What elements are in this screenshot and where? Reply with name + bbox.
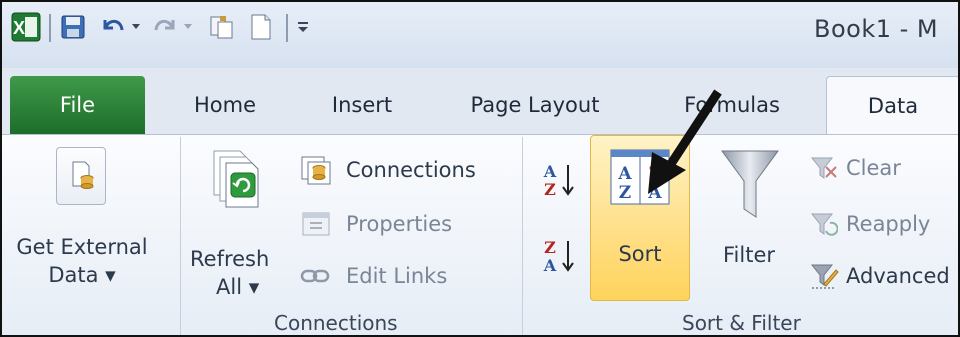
sort-filter-group-label: Sort & Filter <box>682 311 801 335</box>
properties-button[interactable]: Properties <box>300 207 452 241</box>
connections-button[interactable]: Connections <box>300 153 476 187</box>
svg-text:A: A <box>617 164 632 184</box>
advanced-filter-icon <box>810 264 839 289</box>
properties-icon <box>302 212 330 236</box>
link-icon <box>300 269 330 283</box>
qa-separator <box>49 14 51 42</box>
tab-data[interactable]: Data <box>826 76 958 135</box>
connections-group-label: Connections <box>274 311 398 335</box>
refresh-icon <box>213 150 259 208</box>
undo-dropdown-icon[interactable] <box>128 12 144 42</box>
connections-label: Connections <box>346 158 476 182</box>
reapply-icon <box>810 213 838 236</box>
tab-home[interactable]: Home <box>180 76 270 134</box>
reapply-button[interactable]: Reapply <box>810 207 930 241</box>
sort-dialog-icon: A Z Z A <box>610 149 670 205</box>
edit-links-button[interactable]: Edit Links <box>300 259 447 293</box>
qa-separator <box>286 14 288 42</box>
tab-formulas[interactable]: Formulas <box>662 76 802 134</box>
excel-logo-icon[interactable]: X <box>10 12 42 42</box>
svg-text:X: X <box>13 18 25 38</box>
external-data-frame <box>56 147 106 205</box>
svg-text:Z: Z <box>544 180 556 199</box>
sort-ascending-icon: A Z <box>543 162 574 199</box>
get-external-data-button[interactable]: Get External Data ▾ <box>16 143 148 293</box>
filter-label: Filter <box>722 243 775 267</box>
filter-button[interactable]: Filter <box>704 143 794 295</box>
refresh-label-2: All ▾ <box>216 275 260 299</box>
sort-a-to-z-button[interactable]: A Z <box>540 159 580 205</box>
refresh-all-button[interactable]: Refresh All ▾ <box>188 143 292 303</box>
sort-label: Sort <box>618 242 662 266</box>
save-icon[interactable] <box>58 12 88 42</box>
title-bar: X Book1 - M <box>2 2 958 68</box>
svg-text:Z: Z <box>619 183 631 203</box>
tab-insert[interactable]: Insert <box>317 76 407 134</box>
get-external-data-label-1: Get External <box>16 235 148 259</box>
excel-window: X Book1 - M File Home Insert Page Layout… <box>0 0 960 337</box>
group-separator <box>522 137 523 335</box>
tab-page-layout[interactable]: Page Layout <box>450 76 620 134</box>
redo-icon[interactable] <box>150 12 180 42</box>
svg-text:A: A <box>543 256 557 275</box>
svg-text:A: A <box>543 162 557 181</box>
sort-button[interactable]: A Z Z A Sort <box>590 135 690 301</box>
clear-filter-icon <box>810 157 837 179</box>
edit-links-label: Edit Links <box>346 264 448 288</box>
ribbon-tabs: File Home Insert Page Layout Formulas Da… <box>2 76 958 135</box>
ribbon-data: Get External Data ▾ Refresh All ▾ Connec… <box>2 134 958 335</box>
connections-icon <box>301 156 331 185</box>
sort-descending-icon: Z A <box>543 238 574 275</box>
clear-label: Clear <box>846 156 901 180</box>
undo-icon[interactable] <box>98 12 128 42</box>
reapply-label: Reapply <box>846 212 931 236</box>
new-document-icon[interactable] <box>246 12 276 42</box>
get-external-data-label-2: Data ▾ <box>48 263 116 287</box>
advanced-filter-button[interactable]: Advanced <box>810 259 950 293</box>
database-document-icon <box>72 161 94 189</box>
filter-funnel-icon <box>721 150 779 218</box>
group-separator <box>180 137 181 335</box>
tab-file[interactable]: File <box>10 76 145 134</box>
redo-dropdown-icon[interactable] <box>180 12 196 42</box>
properties-label: Properties <box>346 212 453 236</box>
copy-icon[interactable] <box>206 12 238 42</box>
advanced-label: Advanced <box>846 264 950 288</box>
window-title: Book1 - M <box>814 15 939 43</box>
svg-text:Z: Z <box>544 238 556 257</box>
clear-filter-button[interactable]: Clear <box>810 151 901 185</box>
refresh-label-1: Refresh <box>190 247 270 271</box>
sort-z-to-a-button[interactable]: Z A <box>540 235 580 281</box>
svg-text:Z: Z <box>649 164 661 184</box>
customize-dropdown-icon[interactable] <box>292 12 314 42</box>
svg-text:A: A <box>647 183 662 203</box>
